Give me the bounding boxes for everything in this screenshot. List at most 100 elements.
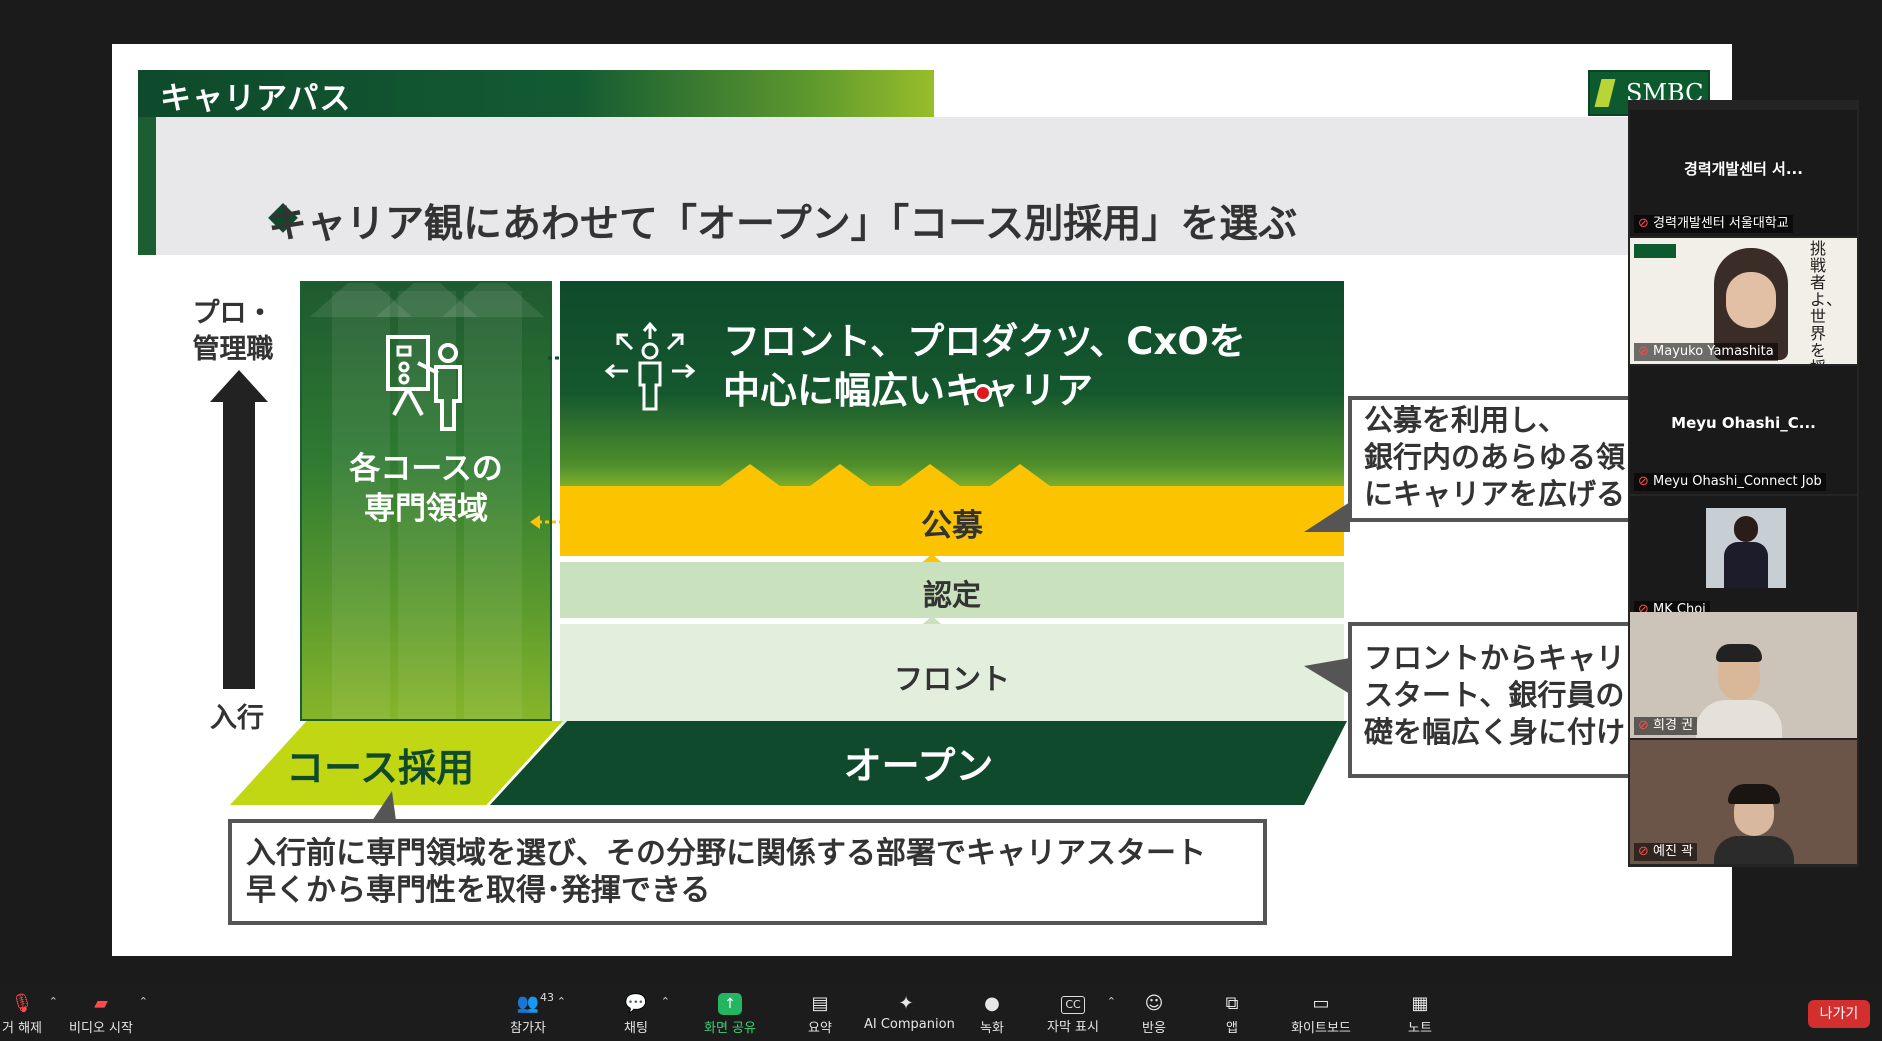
participant-tile[interactable]: MK Choi — [1630, 496, 1857, 622]
front-label: フロント — [893, 662, 1010, 696]
participant-name: 희경 권 — [1634, 717, 1698, 735]
callout-front-text: フロントからキャリ スタート、銀行員の 礎を幅広く身に付け — [1364, 640, 1625, 751]
unmute-button[interactable]: 🎙 거 해제 ⌃ — [0, 985, 58, 1041]
callout-course-hire: 入行前に専門領域を選び、その分野に関係する部署でキャリアスタート 早くから専門性… — [228, 819, 1267, 925]
participant-avatar — [1706, 508, 1786, 588]
axis-top-label: プロ・ 管理職 — [178, 296, 288, 368]
callout-bottom-line1: 入行前に専門領域を選び、その分野に関係する部署でキャリアスタート — [246, 836, 1206, 871]
participant-tile[interactable]: 예진 곽 — [1630, 740, 1857, 864]
tile-title: Meyu Ohashi_C... — [1671, 414, 1816, 432]
participant-name: Meyu Ohashi_Connect Job — [1634, 473, 1826, 491]
whiteboard-label: 화이트보드 — [1291, 1021, 1351, 1036]
video-off-icon: ▰ — [94, 993, 108, 1014]
participants-button[interactable]: 👥 43 참가자 ⌃ — [504, 985, 566, 1041]
callout-pointer — [1304, 502, 1350, 532]
presenter-board-icon — [386, 335, 462, 431]
chevron-up-icon[interactable]: ⌃ — [557, 995, 566, 1008]
reactions-button[interactable]: ☺ 반응 — [1138, 985, 1170, 1041]
axis-bottom-label: 入行 — [210, 703, 264, 734]
participants-label: 참가자 — [510, 1021, 546, 1036]
participant-tile[interactable]: 희경 권 — [1630, 612, 1857, 738]
summary-button[interactable]: ▤ 요약 — [802, 985, 838, 1041]
nintei-label: 認定 — [922, 578, 981, 612]
shared-screen: キャリアパス SMBC ◆ キャリア観にあわせて「オープン」「コース別採用」を選ぶ… — [0, 0, 1882, 985]
up-arrow-head-icon — [210, 370, 268, 402]
chevron-up-icon[interactable]: ⌃ — [49, 995, 58, 1008]
unmute-label: 거 해제 — [1, 1021, 42, 1036]
course-hire-label: コース採用 — [286, 746, 475, 790]
callout-pointer — [1304, 658, 1350, 694]
axis-top-line1: プロ・ — [192, 298, 274, 329]
start-video-button[interactable]: ▰ 비디오 시작 ⌃ — [68, 985, 148, 1041]
apps-button[interactable]: ⧉ 앱 — [1218, 985, 1246, 1041]
participant-tile[interactable]: 경력개발센터 서... 경력개발센터 서울대학교 — [1630, 110, 1857, 236]
callout-course-hire-text: 入行前に専門領域を選び、その分野に関係する部署でキャリアスタート 早くから専門性… — [246, 835, 1206, 909]
left-arrow-icon — [530, 515, 560, 529]
career-line1: フロント、プロダクツ、CxOを — [723, 320, 1246, 363]
person-hair — [1728, 784, 1780, 804]
course-column: 各コースの 専門領域 — [300, 281, 552, 721]
ai-companion-button[interactable]: ✦ AI Companion — [864, 985, 955, 1041]
smiley-icon: ☺ — [1144, 993, 1164, 1014]
captions-label: 자막 표시 — [1047, 1020, 1099, 1035]
slide-title: キャリアパス — [160, 81, 352, 117]
participant-name: 예진 곽 — [1634, 843, 1698, 861]
apps-label: 앱 — [1226, 1021, 1238, 1036]
mic-muted-icon: 🎙 — [10, 993, 34, 1014]
participant-tile[interactable]: 挑戦者よ、世界を揺らせ Mayuko Yamashita — [1630, 238, 1857, 364]
captions-icon: CC — [1061, 996, 1085, 1014]
course-label: 各コースの 専門領域 — [302, 449, 550, 529]
ai-sparkle-icon: ✦ — [898, 993, 914, 1014]
meeting-toolbar: 🎙 거 해제 ⌃ ▰ 비디오 시작 ⌃ 👥 43 참가자 ⌃ 💬 채팅 ⌃ ↑ … — [0, 985, 1882, 1041]
captions-button[interactable]: CC 자막 표시 ⌃ — [1044, 985, 1116, 1041]
koubo-label: 公募 — [921, 508, 983, 544]
koubo-bar: 公募 — [560, 486, 1344, 556]
callout-bottom-line2: 早くから専門性を取得･発揮できる — [246, 873, 711, 908]
chat-icon: 💬 — [624, 993, 648, 1014]
open-hire-shape: オープン — [490, 721, 1347, 805]
person-shirt — [1714, 836, 1794, 864]
share-screen-label: 화면 공유 — [704, 1021, 756, 1036]
callout-front-line1: フロントからキャリ — [1364, 641, 1626, 675]
share-screen-icon: ↑ — [718, 993, 742, 1015]
chevron-up-icon[interactable]: ⌃ — [661, 995, 670, 1008]
chat-label: 채팅 — [624, 1021, 648, 1036]
record-label: 녹화 — [980, 1021, 1004, 1036]
summary-label: 요약 — [808, 1021, 832, 1036]
person-hair — [1716, 644, 1762, 662]
whiteboard-button[interactable]: ▭ 화이트보드 — [1288, 985, 1354, 1041]
participant-name: Mayuko Yamashita — [1634, 343, 1778, 361]
callout-front-line2: スタート、銀行員の — [1364, 678, 1625, 712]
front-bar: フロント — [560, 624, 1344, 727]
whiteboard-icon: ▭ — [1312, 993, 1330, 1014]
presentation-slide: キャリアパス SMBC ◆ キャリア観にあわせて「オープン」「コース別採用」を選ぶ… — [112, 44, 1732, 956]
start-video-label: 비디오 시작 — [69, 1021, 133, 1036]
reactions-label: 반응 — [1142, 1021, 1166, 1036]
overlay-text: 挑戦者よ、世界を揺らせ — [1810, 239, 1843, 364]
chat-button[interactable]: 💬 채팅 ⌃ — [616, 985, 670, 1041]
axis-top-line2: 管理職 — [192, 334, 274, 365]
laser-pointer — [974, 384, 992, 402]
notes-button[interactable]: ▦ 노트 — [1404, 985, 1436, 1041]
record-icon: ● — [984, 993, 1000, 1014]
career-block: フロント、プロダクツ、CxOを 中心に幅広いキャリア — [560, 281, 1344, 486]
share-screen-button[interactable]: ↑ 화면 공유 — [700, 985, 760, 1041]
summary-icon: ▤ — [811, 993, 829, 1014]
chevron-up-icon[interactable]: ⌃ — [139, 995, 148, 1008]
ai-companion-label: AI Companion — [864, 1017, 955, 1032]
open-label: オープン — [843, 744, 994, 788]
person-shirt — [1696, 700, 1782, 738]
leave-button[interactable]: 나가기 — [1808, 1000, 1870, 1028]
participant-tile[interactable]: Meyu Ohashi_C... Meyu Ohashi_Connect Job — [1630, 366, 1857, 494]
tile-title: 경력개발센터 서... — [1684, 160, 1803, 178]
participants-icon: 👥 — [516, 993, 540, 1014]
callout-front: フロントからキャリ スタート、銀行員の 礎を幅広く身に付け — [1348, 622, 1656, 778]
chevron-up-icon[interactable]: ⌃ — [1107, 995, 1116, 1008]
smbc-badge-icon — [1634, 244, 1676, 258]
course-label-line2: 専門領域 — [364, 491, 488, 527]
callout-koubo-text: 公募を利用し、 銀行内のあらゆる領 にキャリアを広げる — [1364, 402, 1625, 513]
slide-title-band: キャリアパス — [138, 70, 934, 119]
participant-name: 경력개발센터 서울대학교 — [1634, 215, 1793, 233]
record-button[interactable]: ● 녹화 — [974, 985, 1010, 1041]
up-arrow-shaft — [223, 399, 255, 689]
